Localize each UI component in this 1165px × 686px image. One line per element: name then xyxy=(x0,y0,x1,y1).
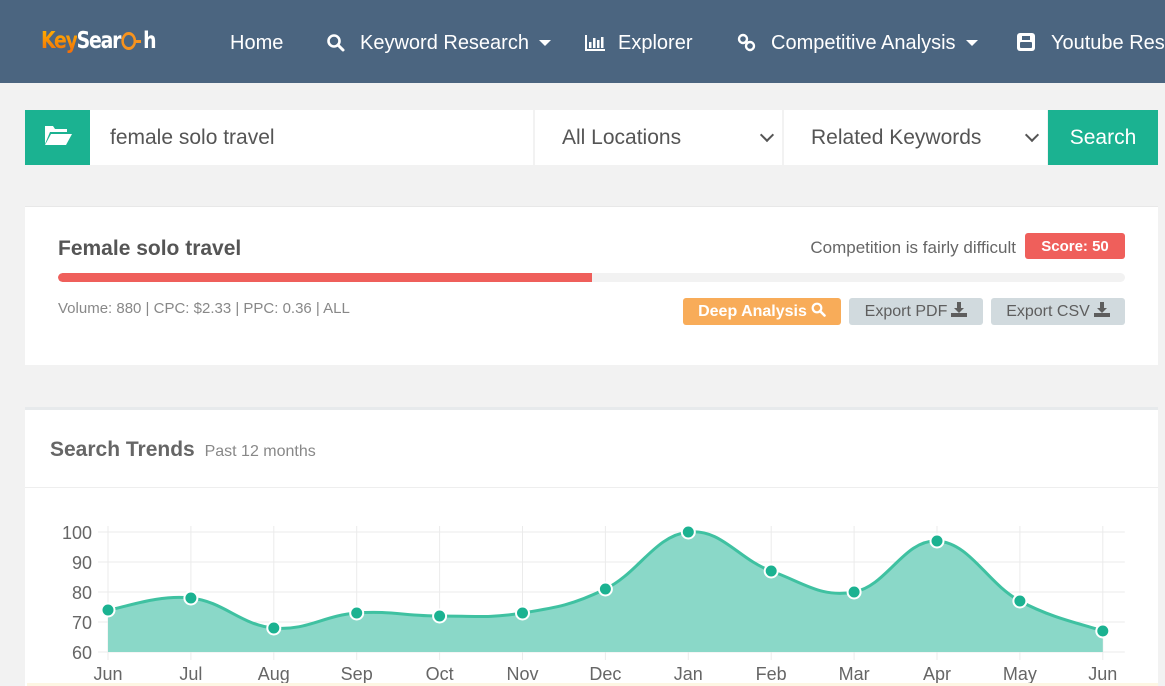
keyword-result-card: Female solo travel Competition is fairly… xyxy=(25,206,1158,365)
caret-down-icon xyxy=(965,40,978,46)
chevron-down-icon xyxy=(1024,127,1040,143)
export-pdf-label: Export PDF xyxy=(864,302,948,320)
nav-home[interactable]: Home xyxy=(230,30,283,56)
logo-text-key: Key xyxy=(41,28,78,54)
search-icon xyxy=(326,33,346,53)
export-csv-button[interactable]: Export CSV xyxy=(991,298,1125,325)
youtube-icon xyxy=(1017,33,1037,53)
search-trends-subtitle: Past 12 months xyxy=(204,443,316,460)
nav-home-label: Home xyxy=(230,31,284,54)
export-pdf-button[interactable]: Export PDF xyxy=(849,298,983,325)
logo-text-h: h xyxy=(143,28,156,54)
location-select-value: All Locations xyxy=(562,125,682,149)
export-csv-label: Export CSV xyxy=(1006,302,1090,320)
nav-explorer[interactable]: Explorer xyxy=(584,30,692,56)
caret-down-icon xyxy=(538,40,551,46)
search-trends-title: Search Trends Past 12 months xyxy=(50,438,316,462)
difficulty-progress-fill xyxy=(58,273,592,282)
score-badge: Score: 50 xyxy=(1025,233,1125,259)
chevron-down-icon xyxy=(759,127,775,143)
download-icon xyxy=(951,301,968,322)
download-icon xyxy=(1093,301,1110,322)
nav-competitive-analysis[interactable]: Competitive Analysis xyxy=(737,30,978,56)
open-list-button[interactable] xyxy=(25,110,90,165)
nav-competitive-analysis-label: Competitive Analysis xyxy=(771,31,956,54)
keyword-title: Female solo travel xyxy=(58,237,242,260)
keyword-metrics: Volume: 880 | CPC: $2.33 | PPC: 0.36 | A… xyxy=(58,300,350,317)
search-trends-card: Search Trends Past 12 months xyxy=(25,407,1158,686)
search-icon xyxy=(811,302,826,322)
nav-youtube-research-label: Youtube Rese xyxy=(1051,31,1165,54)
top-navbar: Key Sear h Home Keyword Research Explore… xyxy=(0,0,1165,83)
keysearch-logo[interactable]: Key Sear h xyxy=(41,27,157,55)
search-trends-title-text: Search Trends xyxy=(50,438,195,461)
deep-analysis-label: Deep Analysis xyxy=(698,302,807,320)
keyword-input[interactable] xyxy=(90,110,533,165)
logo-text-search: Sear xyxy=(76,28,122,54)
logo-magnifier-icon xyxy=(120,32,141,50)
deep-analysis-button[interactable]: Deep Analysis xyxy=(683,298,841,325)
location-select[interactable]: All Locations xyxy=(535,110,782,165)
difficulty-progress-bar xyxy=(58,273,1125,282)
competition-text: Competition is fairly difficult xyxy=(810,238,1016,257)
search-trends-header: Search Trends Past 12 months xyxy=(25,410,1158,488)
nav-explorer-label: Explorer xyxy=(618,31,693,54)
nav-keyword-research[interactable]: Keyword Research xyxy=(326,30,551,56)
search-button[interactable]: Search xyxy=(1048,110,1158,165)
folder-open-icon xyxy=(43,123,73,152)
search-type-select-value: Related Keywords xyxy=(811,125,982,149)
bar-chart-icon xyxy=(584,33,605,53)
nav-keyword-research-label: Keyword Research xyxy=(360,31,529,54)
search-type-select[interactable]: Related Keywords xyxy=(784,110,1047,165)
nav-youtube-research[interactable]: Youtube Rese xyxy=(1017,30,1165,56)
link-icon xyxy=(737,33,757,53)
